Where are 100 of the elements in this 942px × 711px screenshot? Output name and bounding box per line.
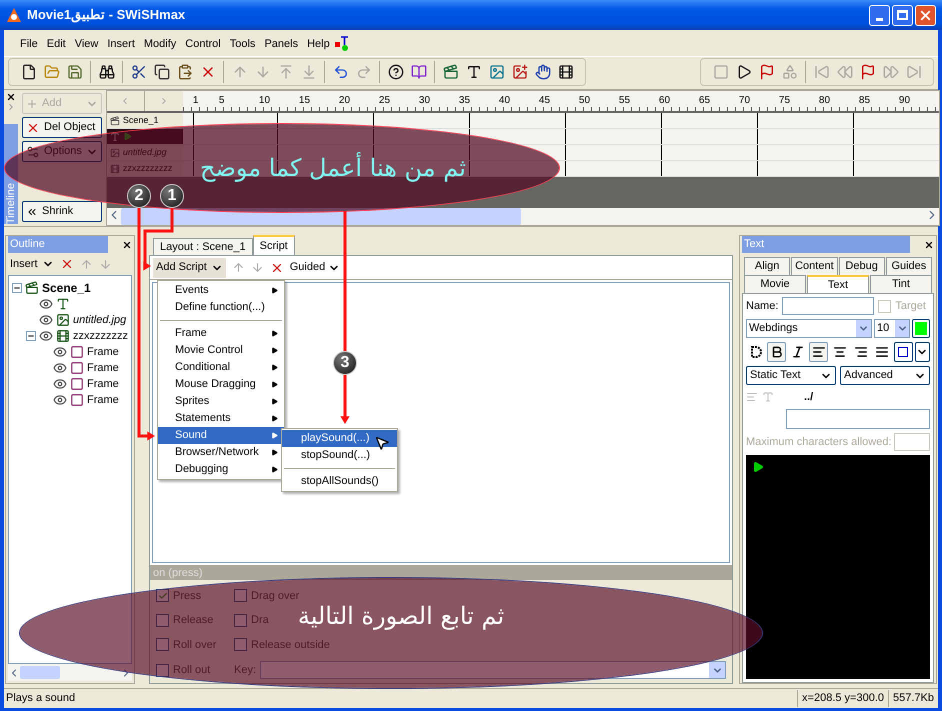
text-type-select[interactable]: Static Text (746, 366, 836, 385)
guided-button[interactable]: Guided (290, 259, 340, 276)
menu-item[interactable]: Debugging (158, 461, 284, 478)
menu-item[interactable]: Sprites (158, 393, 284, 410)
skip-back-icon (814, 64, 830, 80)
expander-toggle[interactable] (26, 331, 36, 341)
menu-item[interactable]: playSound(...) (282, 430, 397, 447)
status-file-size: 557.7Kb (888, 690, 938, 707)
tree-item[interactable]: Scene_1 (42, 279, 91, 297)
expander-toggle[interactable] (12, 283, 22, 293)
advanced-select[interactable]: Advanced (840, 366, 930, 385)
align-left-button[interactable] (809, 342, 828, 362)
checkbox[interactable] (156, 638, 169, 652)
align-left-icon (812, 345, 826, 359)
color-swatch[interactable] (915, 322, 927, 335)
menu-item[interactable]: Modify (140, 36, 180, 52)
key-field[interactable] (260, 661, 726, 679)
panel-tab[interactable]: Movie (744, 275, 806, 293)
checkbox[interactable] (234, 614, 247, 627)
more-button[interactable] (914, 342, 930, 362)
menu-item[interactable]: Panels (260, 36, 302, 52)
name-field[interactable] (782, 297, 874, 315)
horizontal-scrollbar[interactable] (8, 664, 132, 681)
close-icon[interactable] (924, 240, 934, 250)
panel-tab[interactable]: Debug (838, 257, 885, 275)
maximize-button[interactable] (892, 4, 913, 26)
script-editor[interactable] (152, 282, 730, 562)
tree-item[interactable]: Frame (87, 360, 119, 376)
menu-item[interactable]: View (70, 36, 102, 52)
menu-item[interactable]: Statements (158, 410, 284, 427)
eye-icon (39, 329, 53, 343)
panel-tab[interactable]: Content (791, 257, 838, 275)
tree-item[interactable]: Frame (87, 344, 119, 360)
menu-item[interactable]: stopSound(...) (282, 447, 397, 464)
image-icon (56, 313, 70, 327)
checkbox[interactable] (234, 638, 247, 652)
eye-icon (39, 297, 53, 311)
close-icon[interactable] (6, 92, 16, 102)
menu-item[interactable]: Define function(...) (158, 299, 284, 316)
layer-icon (110, 116, 120, 126)
panel-title: Outline (8, 236, 108, 253)
panel-tab[interactable]: Tint (870, 275, 932, 293)
menu-item[interactable]: Movie Control (158, 342, 284, 359)
menu-item[interactable]: Mouse Dragging (158, 376, 284, 393)
menu-item[interactable]: stopAllSounds() (282, 473, 397, 490)
panel-tab[interactable]: Layout : Scene_1 (153, 238, 253, 255)
menu-item[interactable]: Conditional (158, 359, 284, 376)
scissors-icon (130, 64, 146, 80)
tree-item[interactable]: Frame (87, 392, 119, 408)
tree-item[interactable]: untitled.jpg (73, 312, 126, 328)
text-icon (56, 297, 70, 311)
menu-item[interactable]: Help (303, 36, 334, 52)
shrink-button[interactable]: Shrink (22, 201, 102, 222)
checkbox[interactable] (156, 664, 169, 676)
menu-item[interactable]: Sound (158, 427, 284, 444)
checkbox-label: Dra (251, 613, 269, 628)
tree-item[interactable]: zzxzzzzzzz (73, 328, 128, 344)
checkbox-label: Release (173, 613, 214, 628)
panel-tab[interactable]: Align (744, 257, 790, 275)
menu-item[interactable]: File (16, 36, 42, 52)
undo-icon (332, 64, 348, 80)
redo-icon (356, 64, 372, 80)
layer-row[interactable]: Scene_1 (106, 113, 183, 128)
menu-item[interactable]: Events (158, 282, 284, 299)
callout-text: ثم من هنا أعمل كما موضح (200, 151, 466, 184)
checkbox[interactable] (156, 589, 169, 602)
cursor-icon (374, 435, 390, 451)
scrollbar-thumb[interactable] (20, 666, 60, 679)
panel-tab[interactable]: Script (252, 235, 295, 255)
checkbox[interactable] (234, 589, 247, 602)
menu-item[interactable]: Edit (42, 36, 70, 52)
minimize-button[interactable] (869, 4, 890, 26)
size-select[interactable]: 10 (874, 319, 910, 338)
panel-tab[interactable]: Guides (886, 257, 932, 275)
window-title: Movieتطبيق1 - SWiSHmax (27, 6, 186, 24)
bold-button[interactable] (767, 342, 786, 362)
close-button[interactable] (915, 4, 936, 26)
frame-icon (70, 377, 84, 391)
check-icon (158, 590, 168, 601)
menu-item[interactable]: Frame (158, 325, 284, 342)
event-header: on (press) (150, 564, 732, 580)
variable-field[interactable] (786, 409, 930, 429)
frame-icon (70, 345, 84, 359)
shape-text-icon (334, 36, 349, 52)
add-script-button[interactable]: Add Script (153, 258, 226, 278)
wrap-button[interactable] (894, 342, 913, 362)
menu-item[interactable]: Browser/Network (158, 444, 284, 461)
menu-item[interactable]: Tools (226, 36, 260, 52)
checkbox[interactable] (156, 614, 169, 627)
frame-ruler: 1 5 10 15 20 25 30 35 40 45 50 55 60 65 70 75 80 85 90 (182, 91, 939, 111)
panel-tab[interactable]: Text (807, 275, 869, 293)
timeline-button[interactable]: Del Object (22, 117, 102, 138)
tree-item[interactable]: Frame (87, 376, 119, 392)
align-right-icon (854, 345, 868, 359)
menu-item[interactable]: Control (181, 36, 225, 52)
menu-item[interactable]: Insert (103, 36, 139, 52)
horizontal-scrollbar[interactable] (106, 208, 939, 225)
insert-menu-button[interactable]: Insert (10, 256, 54, 272)
close-icon[interactable] (122, 240, 132, 250)
font-select[interactable]: Webdings (746, 319, 872, 338)
